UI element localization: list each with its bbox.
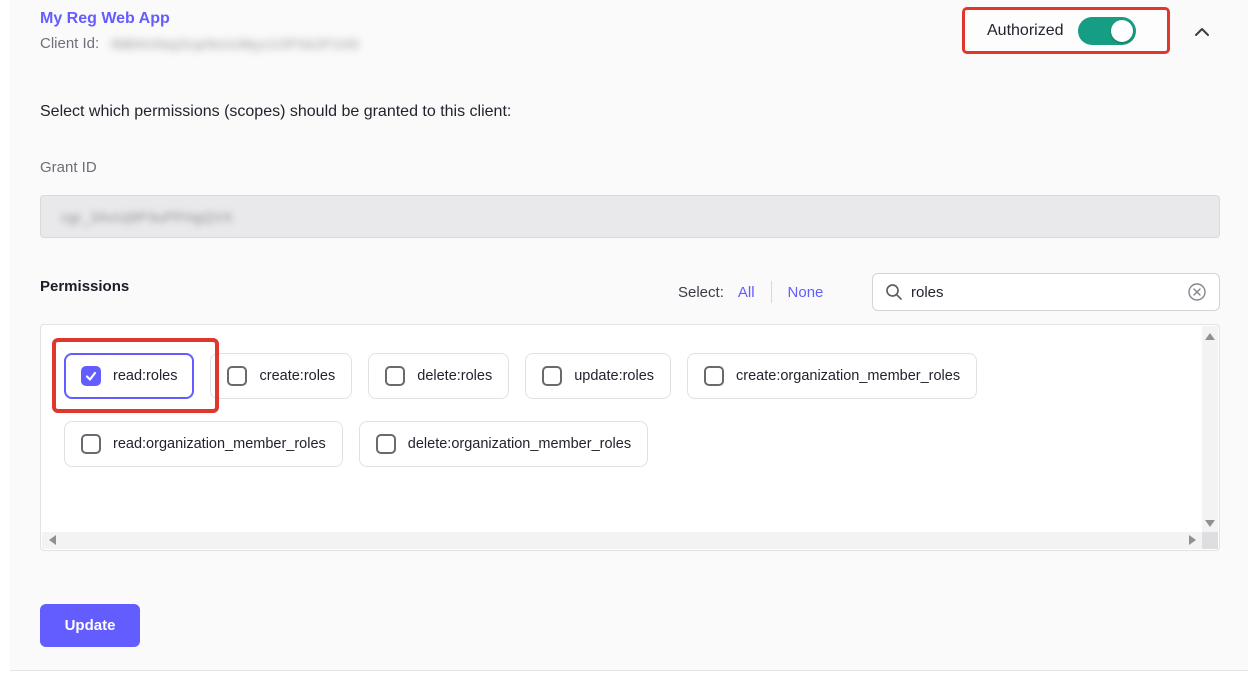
client-id-value-redacted: f6BhhXbq31qrfeUUMyz1OPXk2F1H0 (111, 36, 359, 52)
toggle-knob (1111, 20, 1133, 42)
permission-card-create-org-member-roles[interactable]: create:organization_member_roles (687, 353, 977, 399)
permission-card-read-org-member-roles[interactable]: read:organization_member_roles (64, 421, 343, 467)
grant-id-value-redacted: cgr_3AvUj9P3uPFHgQVX (61, 209, 233, 225)
horizontal-scrollbar[interactable] (42, 532, 1203, 549)
update-button[interactable]: Update (40, 604, 140, 647)
permissions-heading: Permissions (40, 278, 129, 295)
chevron-up-icon[interactable] (1188, 18, 1216, 46)
permission-label: update:roles (574, 368, 654, 384)
scroll-down-arrow-icon[interactable] (1205, 520, 1215, 527)
permission-card-update-roles[interactable]: update:roles (525, 353, 671, 399)
select-controls: Select: All None (678, 281, 823, 303)
permissions-list: read:roles create:roles delete:roles upd… (40, 324, 1220, 551)
checkbox-unchecked[interactable] (376, 434, 396, 454)
app-title-link[interactable]: My Reg Web App (40, 10, 170, 28)
select-label: Select: (678, 284, 724, 301)
permission-label: read:organization_member_roles (113, 436, 326, 452)
authorized-label: Authorized (987, 22, 1064, 40)
page: My Reg Web App Client Id: f6BhhXbq31qrfe… (0, 0, 1248, 677)
permissions-search[interactable] (872, 273, 1220, 311)
permission-label: delete:roles (417, 368, 492, 384)
scroll-left-arrow-icon[interactable] (49, 535, 56, 545)
permission-card-read-roles[interactable]: read:roles (64, 353, 194, 399)
permissions-row-1: read:roles create:roles delete:roles upd… (64, 353, 977, 399)
permission-label: delete:organization_member_roles (408, 436, 631, 452)
authorized-annotation-box: Authorized (962, 7, 1170, 54)
vertical-scrollbar[interactable] (1202, 326, 1218, 534)
grant-id-field: cgr_3AvUj9P3uPFHgQVX (40, 195, 1220, 238)
checkbox-checked[interactable] (81, 366, 101, 386)
permission-card-create-roles[interactable]: create:roles (210, 353, 352, 399)
checkbox-unchecked[interactable] (542, 366, 562, 386)
select-divider (771, 281, 772, 303)
scroll-right-arrow-icon[interactable] (1189, 535, 1196, 545)
checkmark-icon (84, 369, 98, 383)
authorized-toggle[interactable] (1078, 17, 1136, 45)
permissions-row-2: read:organization_member_roles delete:or… (64, 421, 648, 467)
permission-card-delete-org-member-roles[interactable]: delete:organization_member_roles (359, 421, 648, 467)
scrollbar-corner (1202, 532, 1218, 549)
scopes-instruction: Select which permissions (scopes) should… (40, 103, 511, 121)
checkbox-unchecked[interactable] (385, 366, 405, 386)
permission-label: create:roles (259, 368, 335, 384)
grant-id-label: Grant ID (40, 159, 97, 176)
checkbox-unchecked[interactable] (704, 366, 724, 386)
search-icon (885, 283, 903, 301)
app-accordion-panel: My Reg Web App Client Id: f6BhhXbq31qrfe… (10, 0, 1248, 671)
scroll-up-arrow-icon[interactable] (1205, 333, 1215, 340)
select-all-link[interactable]: All (738, 284, 755, 301)
permission-card-delete-roles[interactable]: delete:roles (368, 353, 509, 399)
checkbox-unchecked[interactable] (227, 366, 247, 386)
client-id-row: Client Id: f6BhhXbq31qrfeUUMyz1OPXk2F1H0 (40, 35, 359, 52)
circle-x-icon[interactable] (1187, 282, 1207, 302)
client-id-label: Client Id: (40, 35, 99, 52)
search-input[interactable] (911, 284, 1187, 301)
checkbox-unchecked[interactable] (81, 434, 101, 454)
select-none-link[interactable]: None (788, 284, 824, 301)
permission-label: create:organization_member_roles (736, 368, 960, 384)
permission-label: read:roles (113, 368, 177, 384)
